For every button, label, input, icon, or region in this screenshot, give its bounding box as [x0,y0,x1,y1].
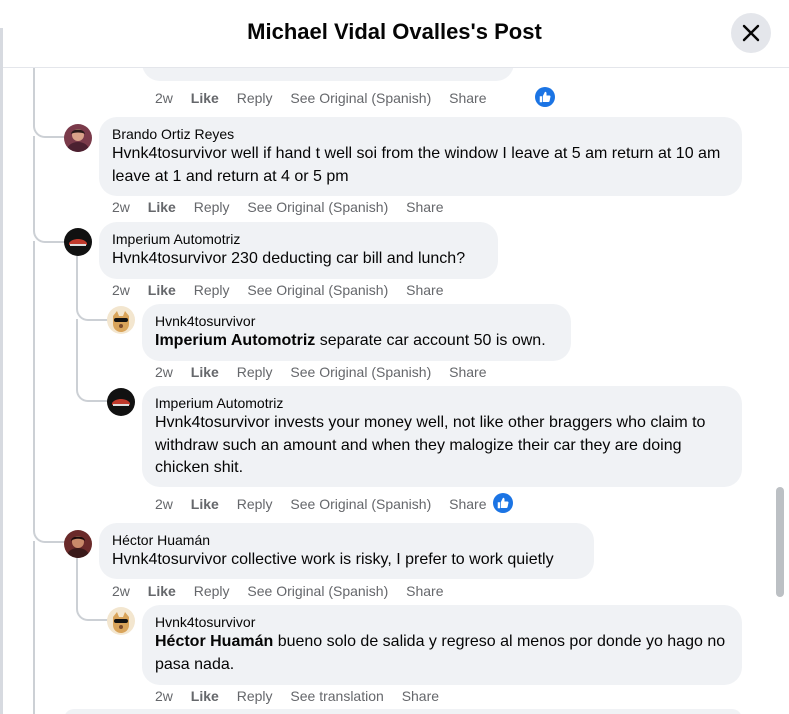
reply-button[interactable]: Reply [194,583,230,599]
comments-feed[interactable]: 2w Like Reply See Original (Spanish) Sha… [0,0,789,714]
like-button[interactable]: Like [191,90,219,106]
see-original-button[interactable]: See Original (Spanish) [247,199,388,215]
scrollbar-thumb[interactable] [776,487,784,597]
mention-link[interactable]: Imperium Automotriz [155,332,315,349]
share-button[interactable]: Share [449,496,486,512]
timestamp[interactable]: 2w [155,496,173,512]
thread-line [76,319,108,402]
see-original-button[interactable]: See Original (Spanish) [290,364,431,380]
comment-author[interactable]: Héctor Huamán [112,531,582,549]
reply-button[interactable]: Reply [194,199,230,215]
page-title: Michael Vidal Ovalles's Post [247,19,542,44]
avatar[interactable] [107,388,135,416]
comment-text: Hvnk4tosurvivor well if hand t well soi … [112,145,721,185]
timestamp[interactable]: 2w [112,282,130,298]
like-reaction-icon[interactable] [535,87,555,107]
comment-bubble: Héctor Huamán Hvnk4tosurvivor collective… [99,523,594,579]
comment-bubble: Brando Ortiz Reyes Hvnk4tosurvivor well … [99,117,742,196]
comment-text: Imperium Automotriz separate car account… [155,330,559,353]
comment-actions: 2w Like Reply See Original (Spanish) Sha… [112,582,458,600]
share-button[interactable]: Share [449,90,486,106]
thread-line [33,241,65,543]
comment-bubble-partial [64,709,742,714]
like-button[interactable]: Like [191,496,219,512]
comment-text: Hvnk4tosurvivor invests your money well,… [155,414,706,476]
thread-line [33,136,65,243]
comment-author[interactable]: Imperium Automotriz [112,230,486,248]
timestamp[interactable]: 2w [155,90,173,106]
timestamp[interactable]: 2w [155,688,173,704]
timestamp[interactable]: 2w [112,199,130,215]
modal-edge [0,28,3,714]
comment-author[interactable]: Brando Ortiz Reyes [112,125,730,143]
like-button[interactable]: Like [148,583,176,599]
see-original-button[interactable]: See Original (Spanish) [247,583,388,599]
like-reaction-icon[interactable] [493,493,513,513]
share-button[interactable]: Share [406,583,443,599]
avatar[interactable] [107,306,135,334]
comment-actions: 2w Like Reply See translation Share [155,687,453,705]
reply-button[interactable]: Reply [194,282,230,298]
like-button[interactable]: Like [148,199,176,215]
comment-actions: 2w Like Reply See Original (Spanish) Sha… [155,363,501,381]
avatar[interactable] [64,228,92,256]
comment-actions: 2w Like Reply See Original (Spanish) Sha… [155,495,501,513]
avatar[interactable] [107,607,135,635]
reply-button[interactable]: Reply [237,688,273,704]
comment-bubble: Hvnk4tosurvivor Imperium Automotriz sepa… [142,304,571,361]
comment-text-body: separate car account 50 is own. [315,332,546,349]
share-button[interactable]: Share [449,364,486,380]
share-button[interactable]: Share [402,688,439,704]
timestamp[interactable]: 2w [112,583,130,599]
see-original-button[interactable]: See Original (Spanish) [290,90,431,106]
close-button[interactable] [731,13,771,53]
like-button[interactable]: Like [191,688,219,704]
comment-actions: 2w Like Reply See Original (Spanish) Sha… [155,89,501,107]
close-icon [742,24,760,42]
share-button[interactable]: Share [406,282,443,298]
reply-button[interactable]: Reply [237,90,273,106]
see-original-button[interactable]: See Original (Spanish) [290,496,431,512]
comment-actions: 2w Like Reply See Original (Spanish) Sha… [112,198,458,216]
see-original-button[interactable]: See Original (Spanish) [247,282,388,298]
comment-text: Hvnk4tosurvivor collective work is risky… [112,551,554,568]
avatar[interactable] [64,124,92,152]
comment-text: Héctor Huamán bueno solo de salida y reg… [155,631,730,676]
comment-actions: 2w Like Reply See Original (Spanish) Sha… [112,281,458,299]
comment-author[interactable]: Imperium Automotriz [155,394,730,412]
comment-bubble: Hvnk4tosurvivor Héctor Huamán bueno solo… [142,605,742,685]
comment-bubble: Imperium Automotriz Hvnk4tosurvivor 230 … [99,222,498,279]
thread-line [33,541,35,714]
share-button[interactable]: Share [406,199,443,215]
avatar[interactable] [64,530,92,558]
reply-button[interactable]: Reply [237,364,273,380]
like-button[interactable]: Like [191,364,219,380]
mention-link[interactable]: Héctor Huamán [155,633,273,650]
reply-button[interactable]: Reply [237,496,273,512]
comment-author[interactable]: Hvnk4tosurvivor [155,613,730,631]
timestamp[interactable]: 2w [155,364,173,380]
like-button[interactable]: Like [148,282,176,298]
comment-text: Hvnk4tosurvivor 230 deducting car bill a… [112,250,466,267]
see-translation-button[interactable]: See translation [290,688,383,704]
comment-author[interactable]: Hvnk4tosurvivor [155,312,559,330]
comment-bubble: Imperium Automotriz Hvnk4tosurvivor inve… [142,386,742,487]
thread-line [33,68,65,138]
post-header: Michael Vidal Ovalles's Post [0,0,789,68]
